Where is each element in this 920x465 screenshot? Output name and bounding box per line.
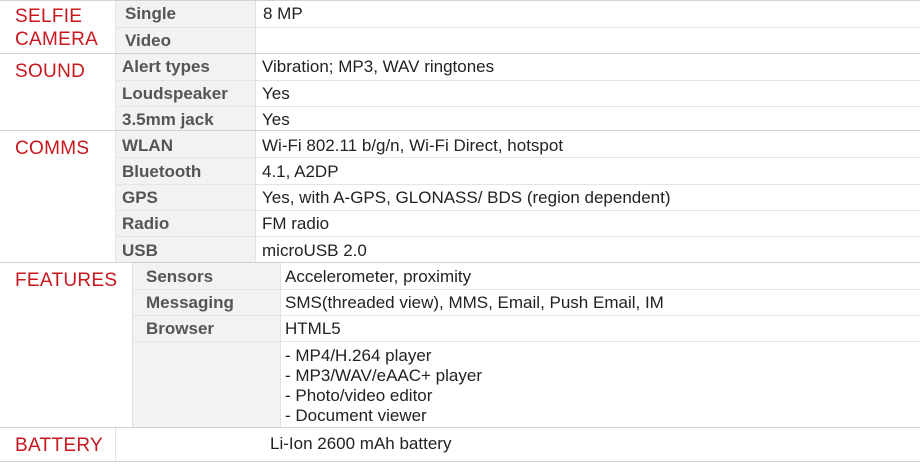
row-divider — [115, 27, 920, 28]
row-divider — [132, 315, 920, 316]
spec-label-3-5mm-jack: 3.5mm jack — [122, 110, 214, 129]
spec-value-alert-types: Vibration; MP3, WAV ringtones — [262, 57, 495, 76]
section-divider — [0, 0, 920, 1]
row-divider — [115, 157, 920, 158]
spec-value-features-list: - MP4/H.264 player - MP3/WAV/eAAC+ playe… — [285, 346, 482, 426]
spec-label-single: Single — [125, 4, 177, 23]
spec-value-wlan: Wi-Fi 802.11 b/g/n, Wi-Fi Direct, hotspo… — [262, 136, 564, 155]
feature-list-item: - Document viewer — [285, 406, 427, 425]
spec-value-usb: microUSB 2.0 — [262, 241, 367, 260]
row-divider — [115, 184, 920, 185]
spec-value-gps: Yes, with A-GPS, GLONASS/ BDS (region de… — [262, 188, 671, 207]
spec-label-video: Video — [125, 31, 171, 50]
section-title-features: FEATURES — [15, 270, 118, 291]
spec-sheet: SELFIE CAMERA Single 8 MP Video SOUND Al… — [0, 0, 920, 465]
row-divider — [115, 236, 920, 237]
spec-label-bluetooth: Bluetooth — [122, 162, 202, 181]
spec-label-radio: Radio — [122, 214, 170, 233]
spec-value-sensors: Accelerometer, proximity — [285, 267, 472, 286]
label-column-features — [132, 263, 280, 427]
spec-label-usb: USB — [122, 241, 158, 260]
section-divider — [0, 427, 920, 428]
row-divider — [115, 80, 920, 81]
spec-label-messaging: Messaging — [146, 293, 234, 312]
section-title-battery: BATTERY — [15, 435, 103, 456]
spec-value-messaging: SMS(threaded view), MMS, Email, Push Ema… — [285, 293, 664, 312]
spec-value-bluetooth: 4.1, A2DP — [262, 162, 339, 181]
section-divider — [0, 461, 920, 462]
spec-label-gps: GPS — [122, 188, 158, 207]
column-divider-features-left — [132, 263, 133, 427]
section-divider — [0, 53, 920, 54]
section-divider — [0, 130, 920, 131]
spec-label-browser: Browser — [146, 319, 215, 338]
section-divider — [0, 262, 920, 263]
spec-value-browser: HTML5 — [285, 319, 341, 338]
column-divider-label-right — [255, 0, 256, 262]
spec-label-loudspeaker: Loudspeaker — [122, 84, 228, 103]
row-divider — [115, 210, 920, 211]
section-title-selfie-camera: SELFIE CAMERA — [15, 5, 98, 51]
feature-list-item: - MP3/WAV/eAAC+ player — [285, 366, 482, 385]
section-title-comms: COMMS — [15, 138, 90, 159]
column-divider-features-right — [280, 263, 281, 427]
feature-list-item: - MP4/H.264 player — [285, 346, 432, 365]
spec-value-battery: Li-Ion 2600 mAh battery — [270, 434, 452, 453]
spec-value-loudspeaker: Yes — [262, 84, 290, 103]
column-divider-label-left — [115, 0, 116, 262]
spec-label-sensors: Sensors — [146, 267, 214, 286]
row-divider — [132, 289, 920, 290]
spec-value-single: 8 MP — [263, 4, 303, 23]
spec-value-radio: FM radio — [262, 214, 330, 233]
section-title-line: CAMERA — [15, 29, 99, 50]
section-title-line: SELFIE — [15, 6, 83, 27]
row-divider — [132, 341, 920, 342]
section-title-sound: SOUND — [15, 61, 86, 82]
row-divider — [115, 106, 920, 107]
spec-value-3-5mm-jack: Yes — [262, 110, 290, 129]
spec-label-wlan: WLAN — [122, 136, 173, 155]
spec-label-alert-types: Alert types — [122, 57, 210, 76]
column-divider-battery — [115, 428, 116, 461]
feature-list-item: - Photo/video editor — [285, 386, 433, 405]
